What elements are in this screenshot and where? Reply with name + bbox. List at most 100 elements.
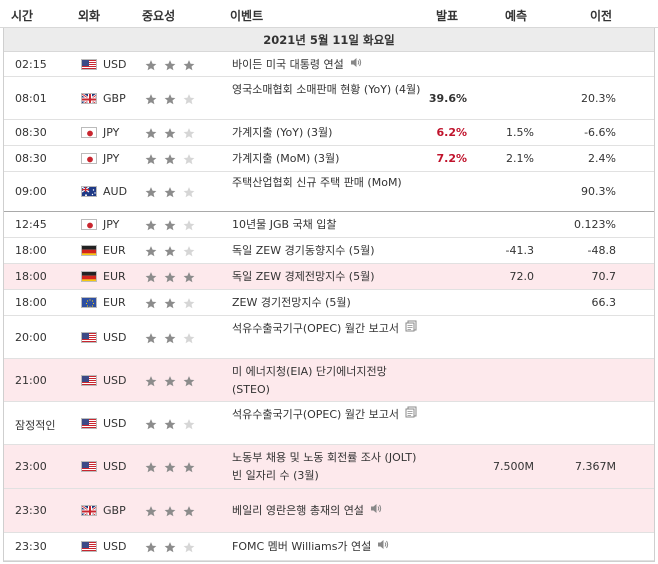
de-flag-icon (81, 245, 97, 256)
currency-code: JPY (103, 152, 120, 165)
economic-calendar: 시간 외화 중요성 이벤트 발표 예측 이전 2021년 5월 11일 화요일 … (0, 0, 658, 564)
event-name[interactable]: 독일 ZEW 경제전망지수 (5월) (232, 268, 422, 286)
event-name[interactable]: 미 에너지청(EIA) 단기에너지전망(STEO) (232, 363, 422, 399)
currency-code: USD (103, 330, 127, 344)
event-name[interactable]: 석유수출국기구(OPEC) 월간 보고서 (232, 320, 422, 338)
forecast-value: 7.500M (493, 460, 534, 473)
event-time: 잠정적인 (15, 418, 56, 432)
de-flag-icon (81, 271, 97, 282)
table-row[interactable]: 08:01 GBP 영국소매협회 소매판매 현황 (YoY) (4월) 39.6% 20… (4, 77, 654, 120)
event-name[interactable]: FOMC 멤버 Williams가 연설 (232, 538, 422, 556)
event-name[interactable]: ZEW 경기전망지수 (5월) (232, 294, 422, 312)
header-time[interactable]: 시간 (11, 7, 33, 24)
table-row[interactable]: 23:00 USD 노동부 채용 및 노동 회전률 조사 (JOLT) 빈 일자리 … (4, 445, 654, 489)
event-name-text[interactable]: 바이든 미국 대통령 연설 (232, 58, 344, 71)
event-name-text[interactable]: 가계지출 (YoY) (3월) (232, 126, 332, 139)
header-importance[interactable]: 중요성 (142, 7, 175, 24)
table-row[interactable]: 18:00 EUR 독일 ZEW 경기동향지수 (5월) -41.3 -48.8 (4, 238, 654, 264)
previous-value: -48.8 (587, 244, 616, 257)
event-name-text[interactable]: 주택산업협회 신규 주택 판매 (MoM) (232, 176, 402, 189)
importance-stars-icon (144, 244, 202, 258)
jp-flag-icon (81, 219, 97, 230)
event-name[interactable]: 노동부 채용 및 노동 회전률 조사 (JOLT) 빈 일자리 수 (3월) (232, 449, 422, 485)
document-icon[interactable] (405, 320, 417, 338)
speaker-icon[interactable] (370, 502, 382, 520)
us-flag-icon (81, 374, 97, 386)
table-row[interactable]: 18:00 EUR ZEW 경기전망지수 (5월) 66.3 (4, 290, 654, 316)
us-flag-icon (81, 58, 97, 70)
event-name-text[interactable]: 가계지출 (MoM) (3월) (232, 152, 339, 165)
event-time: 23:30 (15, 504, 47, 517)
event-time: 08:01 (15, 91, 47, 105)
event-time: 23:30 (15, 540, 47, 553)
previous-value: 90.3% (581, 185, 616, 198)
table-row[interactable]: 18:00 EUR 독일 ZEW 경제전망지수 (5월) 72.0 70.7 (4, 264, 654, 290)
currency-code: USD (103, 373, 127, 387)
table-row[interactable]: 21:00 USD 미 에너지청(EIA) 단기에너지전망(STEO) (4, 359, 654, 402)
event-name[interactable]: 베일리 영란은행 총재의 연설 (232, 502, 422, 520)
table-row[interactable]: 09:00 AUD 주택산업협회 신규 주택 판매 (MoM) 90.3% (4, 172, 654, 212)
event-time: 02:15 (15, 57, 47, 71)
forecast-value: -41.3 (505, 244, 534, 257)
event-name[interactable]: 10년물 JGB 국채 입찰 (232, 216, 422, 234)
event-name-text[interactable]: 석유수출국기구(OPEC) 월간 보고서 (232, 322, 399, 335)
calendar-body: 2021년 5월 11일 화요일 02:15 USD 바이든 미국 대통령 연설 08… (3, 28, 655, 562)
table-row[interactable]: 23:30 GBP 베일리 영란은행 총재의 연설 (4, 489, 654, 533)
table-row[interactable]: 23:30 USD FOMC 멤버 Williams가 연설 (4, 533, 654, 561)
header-actual[interactable]: 발표 (436, 7, 458, 24)
jp-flag-icon (81, 127, 97, 138)
actual-value: 6.2% (436, 126, 467, 139)
event-time: 08:30 (15, 126, 47, 139)
importance-stars-icon (144, 460, 202, 474)
currency-code: USD (103, 540, 127, 553)
event-name[interactable]: 주택산업협회 신규 주택 판매 (MoM) (232, 174, 422, 192)
table-row[interactable]: 12:45 JPY 10년물 JGB 국채 입찰 0.123% (4, 212, 654, 238)
table-row[interactable]: 잠정적인 USD 석유수출국기구(OPEC) 월간 보고서 (4, 402, 654, 445)
previous-value: 66.3 (591, 296, 617, 309)
event-time: 12:45 (15, 218, 47, 231)
header-forecast[interactable]: 예측 (505, 7, 527, 24)
event-name-text[interactable]: 독일 ZEW 경기동향지수 (5월) (232, 244, 375, 257)
event-name-text[interactable]: 베일리 영란은행 총재의 연설 (232, 504, 364, 517)
forecast-value: 72.0 (509, 270, 535, 283)
forecast-value: 1.5% (506, 126, 534, 139)
us-flag-icon (81, 541, 97, 552)
currency-code: USD (103, 416, 127, 430)
event-time: 20:00 (15, 330, 47, 344)
event-name-text[interactable]: 독일 ZEW 경제전망지수 (5월) (232, 270, 375, 283)
event-name-text[interactable]: 노동부 채용 및 노동 회전률 조사 (JOLT) 빈 일자리 수 (3월) (232, 451, 416, 482)
currency-code: EUR (103, 296, 126, 309)
event-name-text[interactable]: FOMC 멤버 Williams가 연설 (232, 540, 371, 553)
event-name[interactable]: 독일 ZEW 경기동향지수 (5월) (232, 242, 422, 260)
importance-stars-icon (144, 270, 202, 284)
speaker-icon[interactable] (350, 56, 362, 74)
event-name[interactable]: 가계지출 (MoM) (3월) (232, 150, 422, 168)
importance-stars-icon (144, 540, 202, 554)
speaker-icon[interactable] (377, 538, 389, 556)
header-previous[interactable]: 이전 (590, 7, 612, 24)
event-name[interactable]: 석유수출국기구(OPEC) 월간 보고서 (232, 406, 422, 424)
table-row[interactable]: 08:30 JPY 가계지출 (YoY) (3월) 6.2% 1.5% -6.6% (4, 120, 654, 146)
event-name-text[interactable]: 영국소매협회 소매판매 현황 (YoY) (4월) (232, 83, 420, 96)
event-name-text[interactable]: 석유수출국기구(OPEC) 월간 보고서 (232, 408, 399, 421)
event-name-text[interactable]: 10년물 JGB 국채 입찰 (232, 218, 337, 231)
actual-value: 39.6% (428, 91, 467, 105)
table-row[interactable]: 02:15 USD 바이든 미국 대통령 연설 (4, 52, 654, 77)
table-row[interactable]: 08:30 JPY 가계지출 (MoM) (3월) 7.2% 2.1% 2.4% (4, 146, 654, 172)
table-row[interactable]: 20:00 USD 석유수출국기구(OPEC) 월간 보고서 (4, 316, 654, 359)
document-icon[interactable] (405, 406, 417, 424)
us-flag-icon (81, 417, 97, 429)
importance-stars-icon (144, 218, 202, 232)
event-time: 23:00 (15, 460, 47, 473)
header-currency[interactable]: 외화 (78, 7, 100, 24)
importance-stars-icon (144, 152, 202, 166)
event-time: 08:30 (15, 152, 47, 165)
event-name[interactable]: 영국소매협회 소매판매 현황 (YoY) (4월) (232, 81, 422, 99)
event-name[interactable]: 바이든 미국 대통령 연설 (232, 56, 422, 74)
importance-stars-icon (144, 374, 202, 388)
event-name[interactable]: 가계지출 (YoY) (3월) (232, 124, 422, 142)
event-name-text[interactable]: 미 에너지청(EIA) 단기에너지전망(STEO) (232, 365, 387, 396)
previous-value: 7.367M (575, 460, 616, 473)
event-name-text[interactable]: ZEW 경기전망지수 (5월) (232, 296, 351, 309)
header-event[interactable]: 이벤트 (230, 7, 263, 24)
